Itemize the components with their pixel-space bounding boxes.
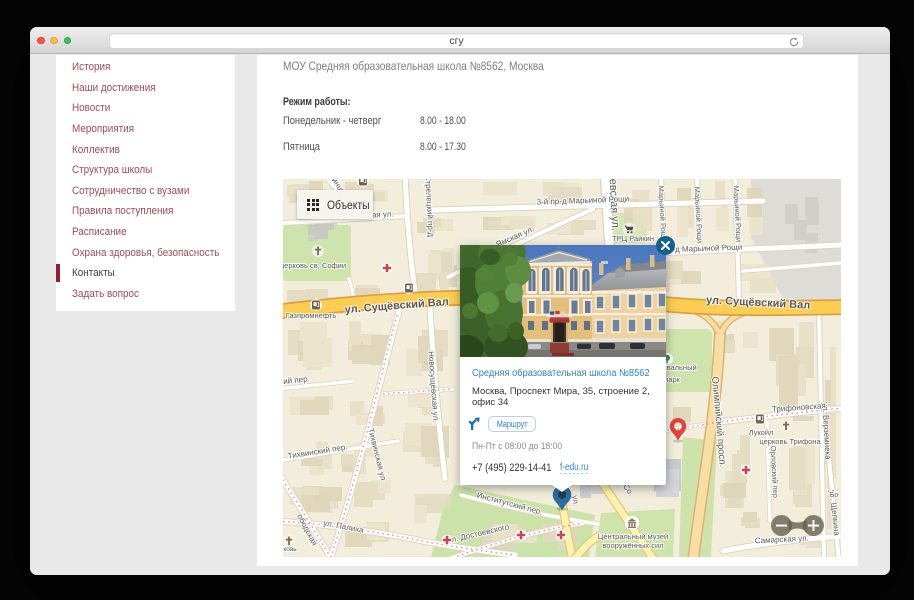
photo-building-center xyxy=(522,245,592,342)
browser-titlebar: сгу xyxy=(30,27,890,54)
sidebar-item[interactable]: Коллектив xyxy=(56,139,235,160)
sidebar-item-label: Задать вопрос xyxy=(72,288,139,300)
popup-address: Москва, Проспект Мира, 35, строение 2,оф… xyxy=(472,386,654,408)
address-bar-text: сгу xyxy=(110,34,803,49)
museum-icon xyxy=(625,516,639,530)
sidebar-item-label: История xyxy=(72,61,110,73)
medical-cross-icon xyxy=(382,263,393,274)
close-icon xyxy=(661,241,670,250)
zoom-window-button[interactable] xyxy=(64,37,72,45)
map-objects-button[interactable]: Объекты xyxy=(297,190,373,219)
map-label-bo: Бо xyxy=(830,492,839,499)
sidebar-menu: История Наши достижения Новости Мероприятия… xyxy=(56,55,235,311)
sidebar-item-label: Наши достижения xyxy=(72,82,156,94)
schedule-heading: Режим работы: xyxy=(283,96,445,108)
sidebar-item-label: Структура школы xyxy=(72,164,152,176)
sidebar-item[interactable]: Новости xyxy=(56,98,235,119)
sidebar-item-label: Расписание xyxy=(72,226,127,238)
browser-window: сгу История Наши достижения Новости Меропри… xyxy=(30,27,890,575)
minimize-window-button[interactable] xyxy=(50,37,58,45)
fuel-station-icon xyxy=(403,282,415,294)
reload-icon[interactable] xyxy=(788,36,800,48)
sidebar-item[interactable]: Правила поступления xyxy=(56,201,235,222)
page: История Наши достижения Новости Мероприятия… xyxy=(30,54,890,575)
main-content: МОУ Средняя образовательная школа №8562,… xyxy=(257,55,858,566)
map-label-museum1: Центральный музей xyxy=(598,532,668,541)
popup-tail xyxy=(552,485,572,492)
sidebar-item[interactable]: Задать вопрос xyxy=(56,284,235,305)
schedule-day: Понедельник - четверг xyxy=(283,115,420,127)
map-label-museum2: вооружённых сил xyxy=(602,541,663,550)
map-label-trts: ТРЦ Райкин xyxy=(612,234,654,243)
sidebar-item-label: Охрана здоровья, безопасность xyxy=(72,247,219,259)
mall-cart-icon xyxy=(623,223,636,236)
sidebar-item[interactable]: Наши достижения xyxy=(56,78,235,99)
church-icon xyxy=(780,420,792,432)
sidebar-item-label: Контакты xyxy=(72,267,115,279)
route-button[interactable]: Маршрут xyxy=(488,416,536,432)
active-item-marker xyxy=(56,264,60,282)
map-label-church_sofii: церковь св. Софии xyxy=(283,261,346,270)
schedule-hours: 8.00 - 18.00 xyxy=(420,115,479,127)
popup-school-link[interactable]: Средняя образовательная школа №8562 xyxy=(472,367,641,380)
popup-close-button[interactable] xyxy=(656,236,675,255)
schedule-day: Пятница xyxy=(283,141,420,153)
schedule-hours: 8.00 - 17.30 xyxy=(420,141,479,153)
church-icon xyxy=(312,245,324,257)
grid-icon xyxy=(307,199,319,211)
sidebar-item[interactable]: Сотрудничество с вузами xyxy=(56,181,235,202)
map-label-gazprom: Газпромнефть xyxy=(286,311,336,320)
sidebar-item[interactable]: Охрана здоровья, безопасность xyxy=(56,242,235,263)
sidebar-item[interactable]: Структура школы xyxy=(56,160,235,181)
map-label-church_trifona: церковь Трифона xyxy=(759,437,821,446)
medical-cross-icon xyxy=(516,530,527,541)
sidebar-item-label: Правила поступления xyxy=(72,205,173,217)
school-photo xyxy=(460,245,666,357)
popup-site-link[interactable]: f-edu.ru xyxy=(560,462,588,474)
sidebar-item-label: Мероприятия xyxy=(72,123,134,135)
map[interactable]: ул. Сущёвский Вал ул. Сущёвский Вал Олим… xyxy=(283,179,841,557)
map-popup-card: Средняя образовательная школа №8562 Моск… xyxy=(460,245,666,485)
schedule-row: Пятница 8.00 - 17.30 xyxy=(283,134,858,160)
sidebar-item[interactable]: Контакты xyxy=(56,263,235,284)
map-label-kov: ковь xyxy=(283,546,297,553)
route-icon xyxy=(468,417,481,430)
medical-cross-icon xyxy=(442,535,453,546)
sidebar-item[interactable]: Мероприятия xyxy=(56,119,235,140)
sidebar-item-label: Коллектив xyxy=(72,144,120,156)
popup-hours: Пн-Пт с 08:00 до 18:00 xyxy=(472,441,607,452)
map-label-ul_short: ул. xyxy=(570,495,580,507)
sidebar-item-label: Сотрудничество с вузами xyxy=(72,185,189,197)
page-title: МОУ Средняя образовательная школа №8562,… xyxy=(283,58,640,74)
church-icon xyxy=(283,535,295,547)
close-window-button[interactable] xyxy=(37,37,45,45)
zoom-out-icon xyxy=(776,525,787,527)
map-zoom-control xyxy=(771,515,824,536)
sidebar-item[interactable]: История xyxy=(56,57,235,78)
map-label-festivalny2: парк xyxy=(664,375,680,384)
medical-cross-icon xyxy=(556,530,567,541)
map-label-lukoil: Лукойл xyxy=(749,428,774,437)
fuel-station-icon xyxy=(310,299,322,311)
medical-cross-icon xyxy=(741,465,752,476)
popup-phone: +7 (495) 229-14-41 xyxy=(472,462,551,474)
sidebar-item[interactable]: Расписание xyxy=(56,222,235,243)
address-bar[interactable]: сгу xyxy=(109,33,804,50)
schedule-row: Понедельник - четверг 8.00 - 18.00 xyxy=(283,108,858,134)
fuel-station-icon xyxy=(754,413,766,425)
sidebar-item-label: Новости xyxy=(72,102,110,114)
